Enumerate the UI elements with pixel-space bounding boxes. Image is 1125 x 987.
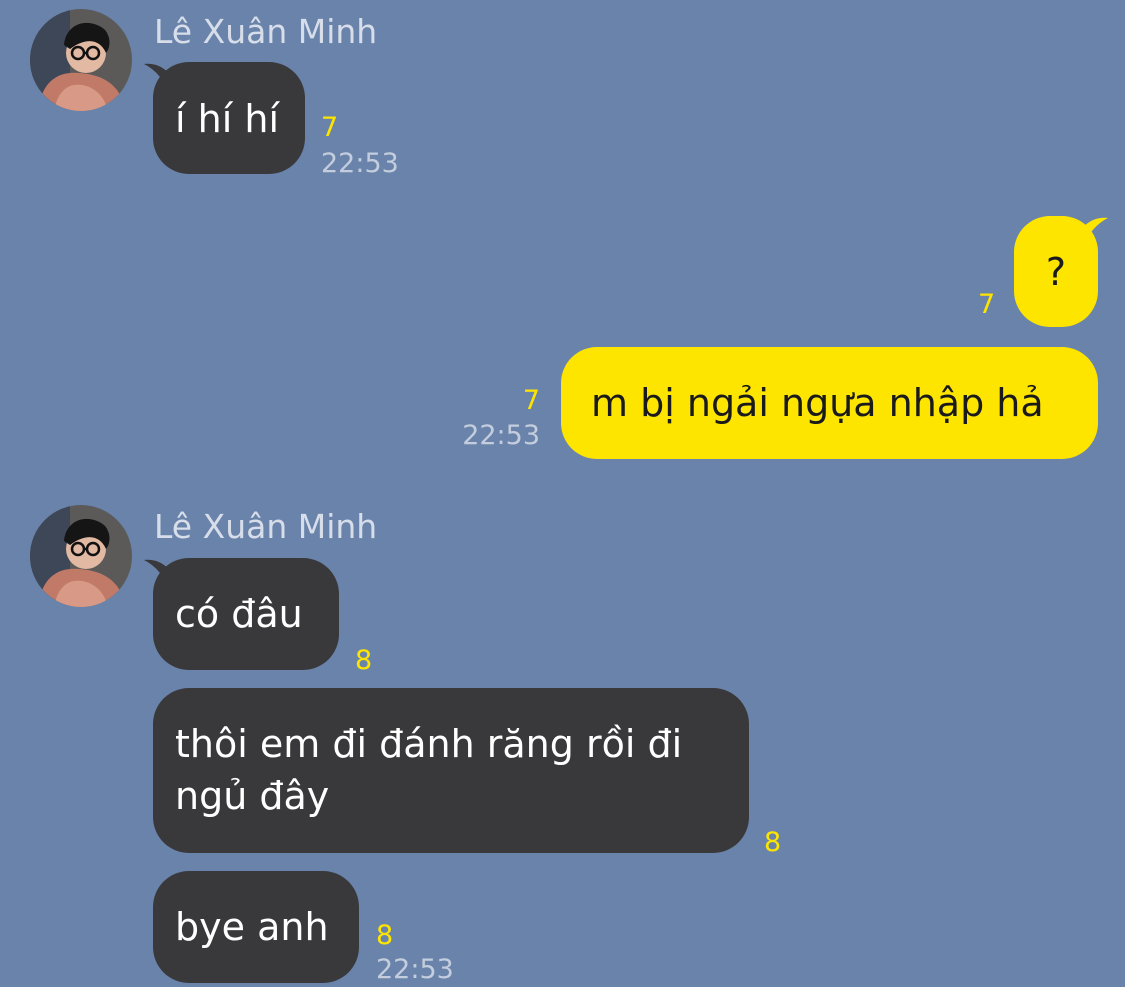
message-bubble[interactable]: thôi em đi đánh răng rồi đi ngủ đây [153, 688, 749, 853]
bubble-tail-icon [1084, 217, 1108, 246]
message-bubble[interactable]: bye anh [153, 871, 359, 983]
bubble-tail-icon [144, 559, 168, 588]
message-bubble[interactable]: í hí hí [153, 62, 305, 174]
avatar-photo-icon [30, 505, 132, 607]
unread-count: 7 [321, 112, 339, 143]
message-text: ? [1045, 250, 1067, 294]
unread-count: 8 [764, 827, 782, 858]
message-time: 22:53 [376, 954, 454, 985]
bubble-tail-icon [144, 63, 168, 92]
unread-count: 8 [355, 645, 373, 676]
sender-name: Lê Xuân Minh [154, 507, 378, 546]
message-text: m bị ngải ngựa nhập hả [591, 381, 1044, 425]
unread-count: 7 [978, 289, 996, 320]
unread-count: 7 [522, 385, 540, 416]
avatar-photo-icon [30, 9, 132, 111]
message-bubble[interactable]: m bị ngải ngựa nhập hả [561, 347, 1098, 459]
message-time: 22:53 [321, 148, 399, 179]
avatar[interactable] [30, 505, 132, 607]
message-text: có đâu [175, 592, 303, 636]
message-text: bye anh [175, 905, 329, 949]
message-bubble[interactable]: có đâu [153, 558, 339, 670]
message-text: thôi em đi đánh răng rồi đi ngủ đây [175, 722, 683, 818]
unread-count: 8 [376, 920, 394, 951]
message-time: 22:53 [462, 420, 540, 451]
sender-name: Lê Xuân Minh [154, 12, 378, 51]
avatar[interactable] [30, 9, 132, 111]
message-text: í hí hí [175, 97, 279, 141]
